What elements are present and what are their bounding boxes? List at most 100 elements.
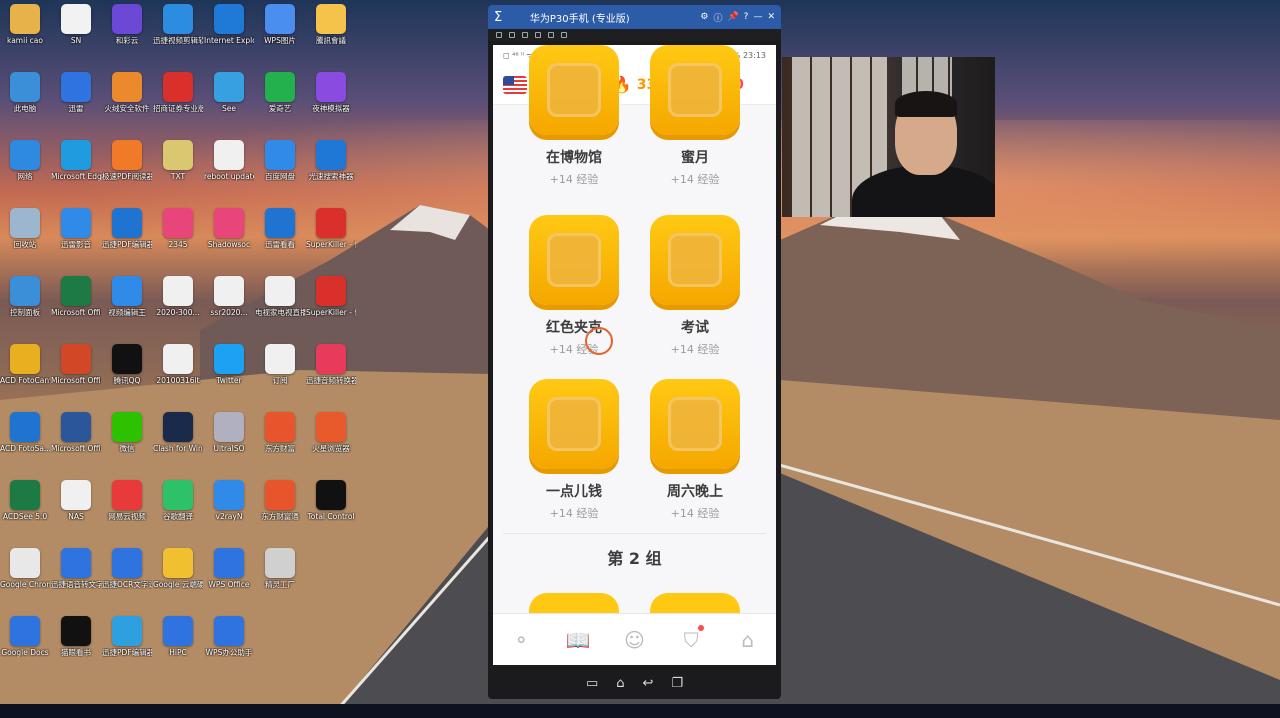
desktop-shortcut[interactable]: 微信 bbox=[102, 412, 152, 453]
desktop-shortcut[interactable]: reboot update bbox=[204, 140, 254, 181]
desktop-shortcut[interactable]: Microsoft Office Po... bbox=[51, 344, 101, 385]
desktop-shortcut[interactable]: 和彩云 bbox=[102, 4, 152, 45]
desktop-shortcut[interactable]: 精灵工厂 bbox=[255, 548, 305, 589]
desktop-shortcut[interactable]: Twitter bbox=[204, 344, 254, 385]
desktop-shortcut[interactable]: 极速PDF阅读器 bbox=[102, 140, 152, 181]
lesson-exam[interactable]: 考试 +14 经验 bbox=[635, 215, 755, 357]
shield-icon[interactable]: ⛉ bbox=[676, 624, 706, 655]
desktop-shortcut[interactable]: Google Docs bbox=[0, 616, 50, 657]
desktop-shortcut[interactable]: HiPC bbox=[153, 616, 203, 657]
desktop-shortcut[interactable]: See bbox=[204, 72, 254, 113]
next-lesson-tile[interactable] bbox=[650, 593, 740, 613]
desktop-shortcut[interactable]: 猫眼看书 bbox=[51, 616, 101, 657]
tool-icon[interactable] bbox=[561, 32, 567, 38]
coin-hand-icon[interactable] bbox=[529, 379, 619, 469]
desktop-shortcut[interactable]: 电视家电视直播 bbox=[255, 276, 305, 317]
desktop-shortcut[interactable]: 迅雷看看 bbox=[255, 208, 305, 249]
circles-icon[interactable]: ⚬ bbox=[506, 625, 536, 655]
desktop-shortcut[interactable]: v2rayN bbox=[204, 480, 254, 521]
desktop-shortcut[interactable]: ACD FotoSa... bbox=[0, 412, 50, 453]
help-icon[interactable]: ? bbox=[744, 12, 749, 22]
lesson-tile-icon[interactable] bbox=[529, 45, 619, 135]
desktop-shortcut[interactable]: Shadowsoc bbox=[204, 208, 254, 249]
desktop-shortcut[interactable]: ssr2020... bbox=[204, 276, 254, 317]
desktop-shortcut[interactable]: 光速搜索神器 bbox=[306, 140, 356, 181]
book-icon[interactable]: 📖 bbox=[563, 625, 593, 655]
desktop-shortcut[interactable]: 此电脑 bbox=[0, 72, 50, 113]
desktop-shortcut[interactable]: 2345 bbox=[153, 208, 203, 249]
close-icon[interactable]: ✕ bbox=[767, 12, 775, 22]
desktop-shortcut[interactable]: 控制面板 bbox=[0, 276, 50, 317]
desktop-shortcut[interactable]: 2020-300... bbox=[153, 276, 203, 317]
desktop-shortcut[interactable]: WPS办公助手 bbox=[204, 616, 254, 657]
next-lesson-tile[interactable] bbox=[529, 593, 619, 613]
desktop-shortcut[interactable]: Microsoft Office Exc... bbox=[51, 276, 101, 317]
pin-icon[interactable]: 📌 bbox=[727, 12, 738, 22]
lesson-honeymoon[interactable]: 蜜月 +14 经验 bbox=[635, 45, 755, 187]
desktop-shortcut[interactable]: 网络 bbox=[0, 140, 50, 181]
desktop-shortcut[interactable]: 腾讯QQ bbox=[102, 344, 152, 385]
info-icon[interactable]: ⓘ bbox=[713, 11, 722, 24]
desktop-shortcut[interactable]: NAS bbox=[51, 480, 101, 521]
desktop-shortcut[interactable]: 迅雷 bbox=[51, 72, 101, 113]
desktop-shortcut[interactable]: 迅捷PDF编辑器 bbox=[102, 616, 152, 657]
tool-icon[interactable] bbox=[496, 32, 502, 38]
desktop-shortcut[interactable]: TXT bbox=[153, 140, 203, 181]
exam-paper-icon[interactable] bbox=[650, 215, 740, 305]
desktop-shortcut[interactable]: 谷歌翻译 bbox=[153, 480, 203, 521]
desktop-shortcut[interactable]: UltraISO bbox=[204, 412, 254, 453]
desktop-shortcut[interactable]: Internet Explorer bbox=[204, 4, 254, 45]
desktop-shortcut[interactable]: 视频编辑王 bbox=[102, 276, 152, 317]
lesson-in-museum[interactable]: 在博物馆 +14 经验 bbox=[514, 45, 634, 187]
mascot-icon[interactable]: ☺ bbox=[619, 625, 649, 655]
desktop-shortcut[interactable]: 迅捷音频转换器 bbox=[306, 344, 356, 385]
desktop-shortcut[interactable]: kamii cao bbox=[0, 4, 50, 45]
desktop-shortcut[interactable]: Total Control bbox=[306, 480, 356, 521]
emulator-window[interactable]: Σ 华为P30手机 (专业版) ⚙ ⓘ 📌 ? — ✕ ◻ ⁴⁶ ˡˡ ᯤ ✱ … bbox=[488, 5, 781, 699]
lesson-red-jacket[interactable]: 红色夹克 +14 经验 bbox=[514, 215, 634, 357]
desktop-shortcut[interactable]: 回收站 bbox=[0, 208, 50, 249]
desktop-shortcut[interactable]: 迅捷OCR文字识别软件 bbox=[102, 548, 152, 589]
desktop-shortcut[interactable]: Microsoft Edge bbox=[51, 140, 101, 181]
desktop-shortcut[interactable]: 夜神模拟器 bbox=[306, 72, 356, 113]
desktop-shortcut[interactable]: 订阅 bbox=[255, 344, 305, 385]
jacket-icon[interactable] bbox=[529, 215, 619, 305]
desktop-shortcut[interactable]: 迅捷语音转文字 bbox=[51, 548, 101, 589]
desktop-shortcut[interactable]: 东方财富 bbox=[255, 412, 305, 453]
desktop-shortcut[interactable]: 迅雷影音 bbox=[51, 208, 101, 249]
shop-icon[interactable]: ⌂ bbox=[733, 625, 763, 655]
tool-icon[interactable] bbox=[522, 32, 528, 38]
desktop-shortcut[interactable]: SuperKiller - 快捷方式 bbox=[306, 276, 356, 317]
tool-icon[interactable] bbox=[509, 32, 515, 38]
lesson-tile-icon[interactable] bbox=[650, 45, 740, 135]
desktop-shortcut[interactable]: Google 云端硬盘 bbox=[153, 548, 203, 589]
desktop-shortcut[interactable]: 招商证券专业版 bbox=[153, 72, 203, 113]
desktop-shortcut[interactable]: ACDSee 5.0 bbox=[0, 480, 50, 521]
minimize-icon[interactable]: — bbox=[753, 12, 762, 22]
lesson-saturday-night[interactable]: 周六晚上 +14 经验 bbox=[635, 379, 755, 521]
tool-icon[interactable] bbox=[535, 32, 541, 38]
desktop-shortcut[interactable]: 火星浏览器 bbox=[306, 412, 356, 453]
desktop-shortcut[interactable]: 爱奇艺 bbox=[255, 72, 305, 113]
desktop-shortcut[interactable]: Clash for Windows bbox=[153, 412, 203, 453]
gear-icon[interactable]: ⚙ bbox=[700, 12, 708, 22]
desktop-shortcut[interactable]: WPS图片 bbox=[255, 4, 305, 45]
lesson-a-little-money[interactable]: 一点儿钱 +14 经验 bbox=[514, 379, 634, 521]
speaker-icon[interactable] bbox=[650, 379, 740, 469]
home-icon[interactable]: ⌂ bbox=[616, 676, 624, 691]
menu-icon[interactable]: ▭ bbox=[586, 676, 598, 691]
desktop-shortcut[interactable]: WPS Office bbox=[204, 548, 254, 589]
desktop-shortcut[interactable]: 百度网盘 bbox=[255, 140, 305, 181]
tool-icon[interactable] bbox=[548, 32, 554, 38]
desktop-shortcut[interactable]: SN bbox=[51, 4, 101, 45]
desktop-shortcut[interactable]: Google Chrome bbox=[0, 548, 50, 589]
desktop-shortcut[interactable]: 20100316lt bbox=[153, 344, 203, 385]
desktop-shortcut[interactable]: 火绒安全软件 bbox=[102, 72, 152, 113]
desktop-shortcut[interactable]: 迅捷PDF编辑器 bbox=[102, 208, 152, 249]
desktop-shortcut[interactable]: 东方财富通 bbox=[255, 480, 305, 521]
desktop-shortcut[interactable]: SuperKiller - 快捷方式 bbox=[306, 208, 356, 249]
back-icon[interactable]: ↩ bbox=[643, 676, 654, 691]
emulator-title-bar[interactable]: Σ 华为P30手机 (专业版) ⚙ ⓘ 📌 ? — ✕ bbox=[488, 5, 781, 29]
recents-icon[interactable]: ❐ bbox=[671, 676, 683, 691]
desktop-shortcut[interactable]: 网易云视频 bbox=[102, 480, 152, 521]
